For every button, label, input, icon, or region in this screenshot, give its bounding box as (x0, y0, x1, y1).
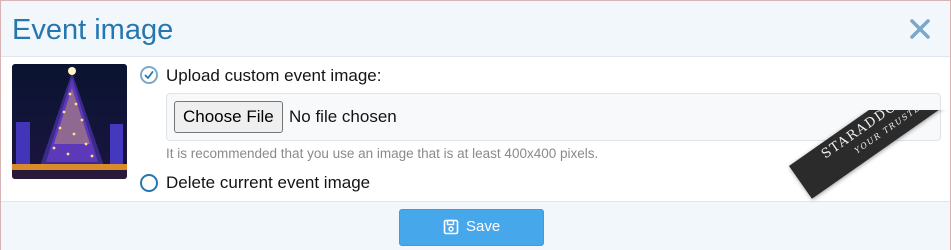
upload-option-radio[interactable] (140, 66, 158, 84)
floppy-disk-icon (443, 219, 459, 235)
upload-option-label[interactable]: Upload custom event image: (166, 65, 381, 87)
dialog-header: Event image (1, 1, 950, 57)
file-status-text: No file chosen (289, 107, 397, 126)
close-icon[interactable] (907, 16, 933, 42)
choose-file-button[interactable]: Choose File (174, 101, 283, 133)
image-size-hint: It is recommended that you use an image … (166, 146, 599, 161)
save-button-label: Save (466, 218, 501, 235)
watermark-ribbon: STARADDONS.STORE YOUR TRUSTED HUB (781, 110, 951, 250)
save-button[interactable]: Save (399, 209, 544, 246)
dialog-title: Event image (12, 14, 174, 46)
delete-option-radio[interactable] (140, 174, 158, 192)
event-image-thumbnail (12, 64, 127, 179)
delete-option-label[interactable]: Delete current event image (166, 172, 370, 194)
